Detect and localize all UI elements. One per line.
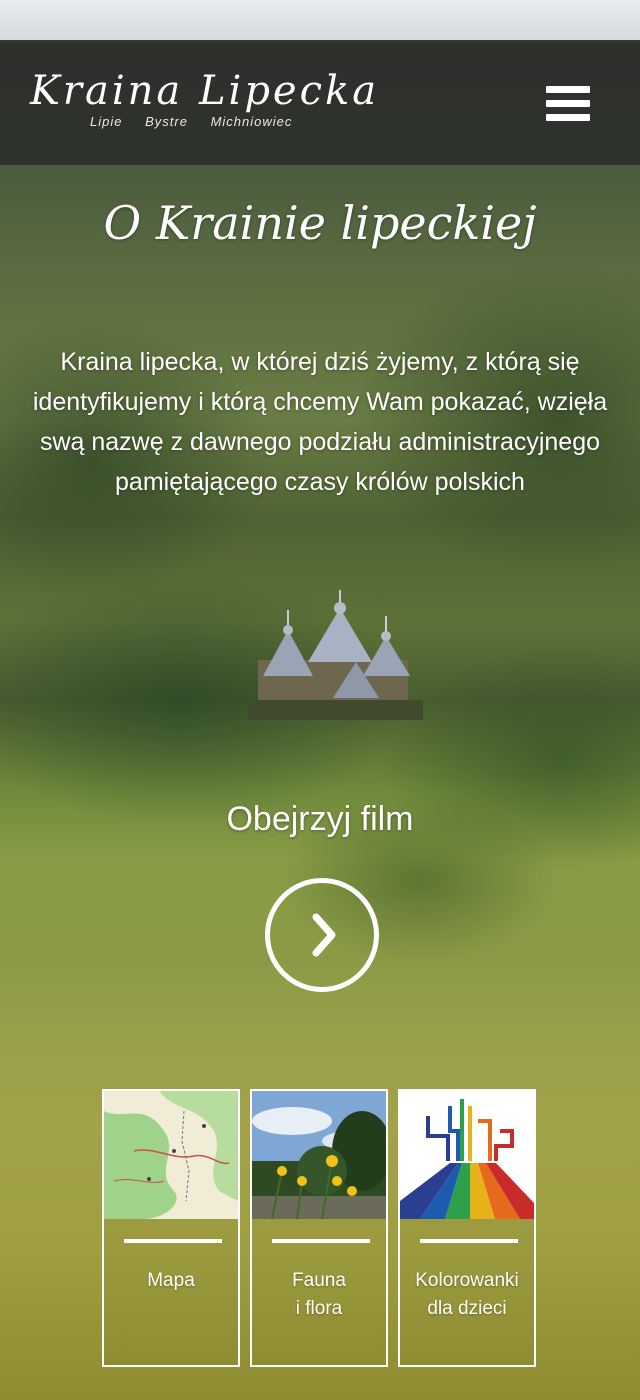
- map-thumbnail: [104, 1091, 238, 1219]
- tile-label: Fauna i flora: [292, 1270, 346, 1319]
- logo-places: Lipie Bystre Michniowiec: [90, 114, 310, 129]
- tile-divider: [420, 1239, 518, 1243]
- tile-label: Kolorowanki dla dzieci: [415, 1270, 519, 1319]
- logo-place-michniowiec: Michniowiec: [210, 114, 293, 129]
- coloring-thumbnail: [400, 1091, 534, 1219]
- logo-place-bystre: Bystre: [145, 114, 188, 129]
- watch-film-label: Obejrzyj film: [226, 800, 414, 838]
- tile-divider: [272, 1239, 370, 1243]
- play-film-button[interactable]: [265, 878, 379, 992]
- hamburger-icon: [546, 86, 590, 121]
- logo-title: Kraina Lipecka: [30, 68, 380, 114]
- play-arrow-icon: [312, 913, 336, 957]
- logo-place-lipie: Lipie: [90, 114, 123, 129]
- tile-fauna-i-flora[interactable]: Fauna i flora: [250, 1089, 388, 1367]
- tile-mapa[interactable]: Mapa: [102, 1089, 240, 1367]
- page-title: O Krainie lipeckiej: [103, 196, 537, 250]
- hamburger-menu-button[interactable]: [546, 86, 590, 124]
- tile-kolorowanki[interactable]: Kolorowanki dla dzieci: [398, 1089, 536, 1367]
- intro-text: Kraina lipecka, w której dziś żyjemy, z …: [32, 348, 608, 496]
- tile-label: Mapa: [147, 1270, 195, 1291]
- tile-divider: [124, 1239, 222, 1243]
- site-header: Kraina Lipecka Lipie Bystre Michniowiec: [0, 40, 640, 165]
- sky-strip: [0, 0, 640, 40]
- flora-thumbnail: [252, 1091, 386, 1219]
- church-image: [248, 590, 423, 720]
- site-logo[interactable]: Kraina Lipecka Lipie Bystre Michniowiec: [30, 68, 376, 138]
